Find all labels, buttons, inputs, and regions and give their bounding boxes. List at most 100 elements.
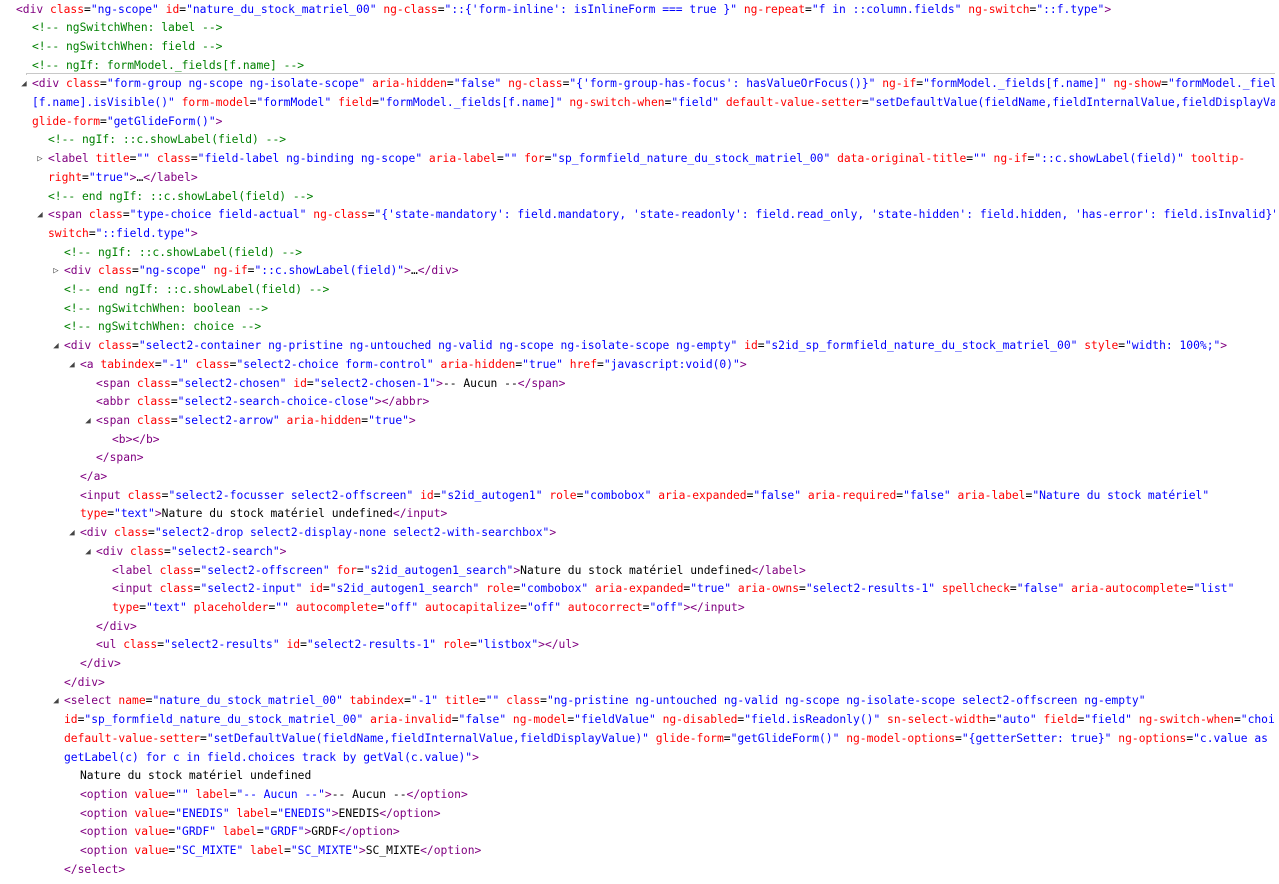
tree-row[interactable]: <!-- ngSwitchWhen: boolean --> — [0, 300, 1279, 319]
collapse-triangle-icon[interactable]: ◢ — [19, 75, 29, 94]
markup-token: "list" — [1193, 582, 1235, 596]
collapse-triangle-icon[interactable]: ◢ — [51, 692, 61, 711]
tree-row[interactable]: ▷ <div class="ng-scope" ng-if="::c.showLa… — [0, 262, 1279, 281]
markup-token: "select2-offscreen" — [200, 563, 330, 577]
tree-row[interactable]: <!-- ngSwitchWhen: choice --> — [0, 318, 1279, 337]
collapse-triangle-icon[interactable]: ◢ — [67, 524, 77, 543]
expand-triangle-icon[interactable]: ▷ — [51, 262, 61, 281]
tree-row[interactable]: <div class="ng-scope" id="nature_du_stoc… — [0, 1, 1279, 20]
tree-row[interactable]: <span class="select2-chosen" id="select2… — [0, 375, 1279, 394]
tree-row[interactable]: <input class = "select2-focusser select2-o… — [0, 487, 1279, 506]
scrollbar[interactable] — [1275, 0, 1279, 884]
markup-token: label — [243, 844, 285, 857]
tree-row[interactable]: <option value="" label="-- Aucun --">-- … — [0, 786, 1279, 805]
markup-token: = — [100, 77, 107, 91]
markup-token: </span> — [517, 376, 566, 390]
tree-row[interactable]: id = "sp_formfield_nature_du_stock_matriel… — [0, 711, 1279, 730]
node-markup: <!-- ngSwitchWhen: choice --> — [64, 318, 261, 337]
expand-triangle-icon[interactable]: ▷ — [35, 150, 45, 169]
markup-token: "field" — [1084, 713, 1132, 727]
tree-row[interactable]: <input class="select2-input" id="s2id_au… — [0, 580, 1279, 599]
tree-row[interactable]: ◢ <a tabindex="-1" class="select2-choice … — [0, 356, 1279, 375]
markup-token: href — [562, 357, 597, 371]
node-markup: <ul class="select2-results" id="select2-… — [96, 636, 579, 655]
markup-token: = — [157, 638, 165, 652]
tree-row[interactable]: ◢ <span class="type-choice field-actual" … — [0, 206, 1279, 225]
markup-token: value — [127, 844, 169, 857]
tree-row[interactable]: </div> — [0, 674, 1279, 693]
markup-token: = — [82, 170, 89, 184]
markup-token: <input — [112, 582, 153, 596]
tree-row[interactable]: <!-- ngSwitchWhen: label --> — [0, 19, 1279, 38]
tree-row[interactable]: default-value-setter="setDefaultValue(fi… — [0, 730, 1279, 749]
tree-row[interactable]: ◢ <div class="form-group ng-scope ng-isol… — [0, 75, 1279, 94]
node-markup: <select name = "nature_du_stock_matriel_00… — [64, 692, 1146, 711]
collapse-triangle-icon[interactable]: ◢ — [83, 412, 93, 431]
dom-inspector-tree: <div class="ng-scope" id="nature_du_stoc… — [0, 0, 1279, 884]
markup-token: "nature_du_stock_matriel_00" — [152, 694, 343, 708]
markup-token: type — [80, 507, 108, 521]
tree-row[interactable]: ▷ <label title="" class="field-label ng-b… — [0, 150, 1279, 169]
markup-token: </a> — [80, 470, 108, 483]
collapse-triangle-icon[interactable]: ◢ — [67, 356, 77, 375]
tree-row[interactable]: <!-- ngSwitchWhen: field --> — [0, 38, 1279, 57]
tree-row[interactable]: Nature du stock matériel undefined — [0, 767, 1279, 786]
tree-row[interactable]: ◢ <div class="select2-container ng-pristi… — [0, 337, 1279, 356]
tree-row[interactable]: <ul class="select2-results" id="select2-… — [0, 636, 1279, 655]
markup-token: "true" — [690, 582, 732, 596]
tree-row[interactable]: <!-- end ngIf: ::c.showLabel(field) --> — [0, 188, 1279, 207]
markup-token: "setDefaultValue(fieldName,fieldInternal… — [206, 731, 649, 745]
markup-token: = — [723, 731, 731, 745]
collapse-triangle-icon[interactable]: ◢ — [51, 337, 61, 356]
tree-row[interactable]: ◢ <select name = "nature_du_stock_matriel_0… — [0, 692, 1279, 711]
markup-token: "s2id_autogen1_search" — [363, 563, 514, 577]
markup-token: = — [446, 77, 454, 91]
tree-row[interactable]: getLabel(c) for c in field.choices track… — [0, 749, 1279, 768]
tree-row[interactable]: <option value="SC_MIXTE" label="SC_MIXTE… — [0, 842, 1279, 861]
tree-row[interactable]: <option value="ENEDIS" label="ENEDIS">EN… — [0, 805, 1279, 824]
markup-token: "::f.type" — [1036, 2, 1105, 16]
node-markup: <div class="select2-container ng-pristin… — [64, 337, 1227, 356]
tree-row[interactable]: </select> — [0, 861, 1279, 880]
markup-token: class — [130, 376, 171, 390]
node-markup: <option value="ENEDIS" label="ENEDIS">EN… — [80, 805, 441, 824]
tree-row[interactable]: <b></b> — [0, 431, 1279, 450]
tree-row[interactable]: right="true">…</label> — [0, 169, 1279, 188]
markup-token: <div — [16, 2, 44, 16]
tree-row[interactable]: </a> — [0, 468, 1279, 487]
tree-row[interactable]: <option value="GRDF" label="GRDF">GRDF</… — [0, 823, 1279, 842]
markup-token: </input> — [392, 507, 448, 521]
tree-row[interactable]: type="text" placeholder="" autocomplete=… — [0, 599, 1279, 618]
markup-token: = — [955, 731, 962, 745]
node-markup: <label class="select2-offscreen" for="s2… — [112, 562, 806, 581]
tree-row[interactable]: </div> — [0, 618, 1279, 637]
tree-row[interactable]: <abbr class="select2-search-choice-close… — [0, 393, 1279, 412]
markup-token: = — [470, 638, 477, 652]
tree-row[interactable]: ◢ <div class="select2-search"> — [0, 543, 1279, 562]
markup-token: "off" — [649, 600, 684, 614]
markup-token: > — [1104, 2, 1112, 16]
tree-row[interactable]: ◢ <div class="select2-drop select2-displa… — [0, 524, 1279, 543]
markup-token: -- Aucun -- — [442, 376, 518, 390]
tree-row[interactable]: </span> — [0, 449, 1279, 468]
tree-row[interactable]: glide-form="getGlideForm()"> — [0, 112, 1279, 132]
tree-row[interactable]: <label class="select2-offscreen" for="s2… — [0, 562, 1279, 581]
markup-token: ng-model-options — [839, 731, 956, 745]
tree-row[interactable]: type="text">Nature du stock matériel und… — [0, 505, 1279, 524]
tree-row[interactable]: <!-- end ngIf: ::c.showLabel(field) --> — [0, 281, 1279, 300]
tree-row[interactable]: <!-- ngIf: formModel._fields[f.name] --> — [0, 57, 1279, 76]
markup-token: = — [148, 526, 155, 540]
tree-row[interactable]: switch="::field.type"> — [0, 225, 1279, 244]
tree-row[interactable]: [f.name].isVisible()" form-model="formMo… — [0, 94, 1279, 113]
markup-token: "setDefaultValue(fieldName,fieldInternal… — [868, 96, 1279, 109]
markup-token: aria-invalid — [363, 713, 452, 727]
markup-token: … — [410, 264, 418, 278]
collapse-triangle-icon[interactable]: ◢ — [83, 543, 93, 562]
tree-row[interactable]: ◢ <span class="select2-arrow" aria-hidden… — [0, 412, 1279, 431]
tree-row[interactable]: </div> — [0, 655, 1279, 674]
tree-row[interactable]: <!-- ngIf: ::c.showLabel(field) --> — [0, 131, 1279, 150]
markup-token: ng-class — [306, 208, 368, 222]
collapse-triangle-icon[interactable]: ◢ — [35, 206, 45, 225]
markup-token: "select2-chosen-1" — [313, 376, 437, 390]
tree-row[interactable]: <!-- ngIf: ::c.showLabel(field) --> — [0, 244, 1279, 263]
